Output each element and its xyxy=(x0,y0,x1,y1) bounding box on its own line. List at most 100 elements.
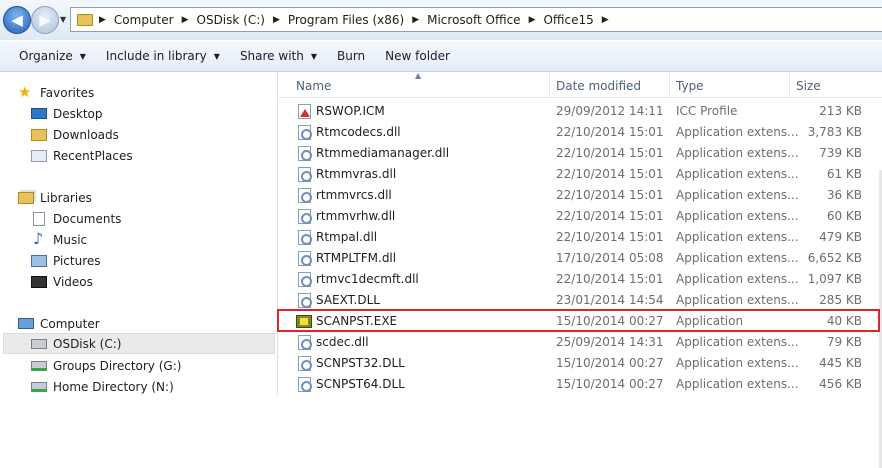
recent-places-icon xyxy=(31,149,47,162)
command-bar: Organize ▼ Include in library ▼ Share with… xyxy=(0,40,882,72)
new-folder-button[interactable]: New folder xyxy=(376,43,459,69)
file-type: Application extens... xyxy=(676,377,799,391)
nav-documents[interactable]: Documents xyxy=(31,208,121,229)
breadcrumb-separator-icon[interactable]: ▶ xyxy=(99,15,106,25)
forward-button[interactable]: ▶ xyxy=(31,6,59,34)
file-row[interactable]: rtmmvrcs.dll 22/10/2014 15:01 Application … xyxy=(279,185,882,206)
dll-file-icon xyxy=(298,125,312,140)
file-row[interactable]: scdec.dll 25/09/2014 14:31 Application ext… xyxy=(279,332,882,353)
nav-label: Documents xyxy=(53,211,122,226)
file-size: 3,783 KB xyxy=(807,125,862,139)
column-divider[interactable] xyxy=(669,73,670,98)
nav-desktop[interactable]: Desktop xyxy=(31,103,103,124)
column-divider[interactable] xyxy=(549,73,550,98)
file-row[interactable]: SCNPST32.DLL 15/10/2014 00:27 Application … xyxy=(279,353,882,374)
file-size: 79 KB xyxy=(826,335,862,349)
breadcrumb-separator-icon[interactable]: ▶ xyxy=(529,15,536,25)
breadcrumb-program-files[interactable]: Program Files (x86) ▶ xyxy=(288,13,427,27)
file-row[interactable]: Rtmcodecs.dll 22/10/2014 15:01 Application… xyxy=(279,122,882,143)
breadcrumb-osdisk[interactable]: OSDisk (C:) ▶ xyxy=(197,13,288,27)
nav-music[interactable]: Music xyxy=(31,229,87,250)
nav-pictures[interactable]: Pictures xyxy=(31,250,101,271)
column-header-type[interactable]: Type xyxy=(676,79,704,93)
nav-downloads[interactable]: Downloads xyxy=(31,124,119,145)
file-type: Application extens... xyxy=(676,167,799,181)
file-name: SAEXT.DLL xyxy=(316,293,380,307)
computer-icon xyxy=(18,318,34,329)
nav-osdisk[interactable]: OSDisk (C:) xyxy=(3,333,275,354)
navigation-pane: Favorites Desktop Downloads RecentPlaces… xyxy=(0,73,278,395)
dropdown-arrow-icon: ▼ xyxy=(310,51,317,61)
file-row[interactable]: Rtmmvras.dll 22/10/2014 15:01 Application … xyxy=(279,164,882,185)
file-name: SCNPST32.DLL xyxy=(316,356,405,370)
file-name: scdec.dll xyxy=(316,335,369,349)
column-divider[interactable] xyxy=(789,73,790,98)
burn-button[interactable]: Burn xyxy=(328,43,374,69)
nav-label: Home Directory (N:) xyxy=(53,379,174,394)
file-row[interactable]: rtmmvrhw.dll 22/10/2014 15:01 Application … xyxy=(279,206,882,227)
breadcrumb-separator-icon[interactable]: ▶ xyxy=(412,15,419,25)
file-row[interactable]: RTMPLTFM.dll 17/10/2014 05:08 Application … xyxy=(279,248,882,269)
file-row[interactable]: SAEXT.DLL 23/01/2014 14:54 Application ext… xyxy=(279,290,882,311)
forward-arrow-icon: ▶ xyxy=(39,11,51,29)
breadcrumb-separator-icon[interactable]: ▶ xyxy=(273,15,280,25)
share-with-button[interactable]: Share with ▼ xyxy=(231,43,326,69)
network-drive-icon xyxy=(31,381,47,392)
breadcrumb-office15[interactable]: Office15 ▶ xyxy=(543,13,616,27)
highlight-box-scanpst xyxy=(277,309,880,332)
file-name: RSWOP.ICM xyxy=(316,104,385,118)
file-date: 22/10/2014 15:01 xyxy=(556,209,664,223)
breadcrumb-separator-icon[interactable]: ▶ xyxy=(182,15,189,25)
file-type: Application extens... xyxy=(676,125,799,139)
file-date: 22/10/2014 15:01 xyxy=(556,272,664,286)
nav-home-directory[interactable]: Home Directory (N:) xyxy=(31,376,174,397)
breadcrumb-separator-icon[interactable]: ▶ xyxy=(602,15,609,25)
file-row[interactable]: Rtmmediamanager.dll 22/10/2014 15:01 Appli… xyxy=(279,143,882,164)
file-name: Rtmmediamanager.dll xyxy=(316,146,450,160)
back-arrow-icon: ◀ xyxy=(11,11,23,29)
file-date: 22/10/2014 15:01 xyxy=(556,167,664,181)
nav-libraries[interactable]: Libraries xyxy=(18,187,92,208)
organize-button[interactable]: Organize ▼ xyxy=(10,43,95,69)
nav-favorites[interactable]: Favorites xyxy=(18,82,94,103)
nav-groups-directory[interactable]: Groups Directory (G:) xyxy=(31,355,181,376)
file-type: Application extens... xyxy=(676,356,799,370)
file-row[interactable]: rtmvc1decmft.dll 22/10/2014 15:01 Applicat… xyxy=(279,269,882,290)
breadcrumb-microsoft-office[interactable]: Microsoft Office ▶ xyxy=(427,13,543,27)
file-date: 15/10/2014 00:27 xyxy=(556,377,664,391)
address-bar-area: ◀ ▶ ▼ ▶ Computer ▶ OSDisk (C:) ▶ Program F… xyxy=(0,0,882,40)
dll-file-icon xyxy=(298,335,312,350)
file-size: 456 KB xyxy=(819,377,862,391)
file-date: 17/10/2014 05:08 xyxy=(556,251,664,265)
file-size: 479 KB xyxy=(819,230,862,244)
file-name: rtmmvrhw.dll xyxy=(316,209,396,223)
column-header-date-modified[interactable]: Date modified xyxy=(556,79,641,93)
column-header-size[interactable]: Size xyxy=(796,79,821,93)
file-row[interactable]: RSWOP.ICM 29/09/2012 14:11 ICC Profile 213 … xyxy=(279,101,882,122)
nav-label: Libraries xyxy=(40,190,92,205)
file-row[interactable]: Rtmpal.dll 22/10/2014 15:01 Application ex… xyxy=(279,227,882,248)
nav-computer[interactable]: Computer xyxy=(18,313,100,334)
file-name: SCNPST64.DLL xyxy=(316,377,405,391)
nav-recent-places[interactable]: RecentPlaces xyxy=(31,145,133,166)
dll-file-icon xyxy=(298,188,312,203)
file-list: ▲ Name Date modified Type Size RSWOP.ICM… xyxy=(279,71,882,468)
desktop-icon xyxy=(31,108,47,119)
breadcrumb-label: Computer xyxy=(113,12,174,27)
include-in-library-button[interactable]: Include in library ▼ xyxy=(97,43,229,69)
dll-file-icon xyxy=(298,377,312,392)
breadcrumb-computer[interactable]: Computer ▶ xyxy=(114,13,197,27)
back-button[interactable]: ◀ xyxy=(3,6,31,34)
file-size: 61 KB xyxy=(826,167,862,181)
file-name: rtmmvrcs.dll xyxy=(316,188,392,202)
nav-videos[interactable]: Videos xyxy=(31,271,93,292)
file-date: 25/09/2014 14:31 xyxy=(556,335,664,349)
dll-file-icon xyxy=(298,146,312,161)
address-bar[interactable]: ▶ Computer ▶ OSDisk (C:) ▶ Program Files (… xyxy=(70,7,882,32)
file-row[interactable]: SCNPST64.DLL 15/10/2014 00:27 Application … xyxy=(279,374,882,395)
videos-film-icon xyxy=(31,275,47,288)
file-type: Application extens... xyxy=(676,293,799,307)
recent-pages-dropdown-icon[interactable]: ▼ xyxy=(60,15,66,24)
column-header-name[interactable]: Name xyxy=(296,79,331,93)
new-folder-label: New folder xyxy=(385,49,450,63)
